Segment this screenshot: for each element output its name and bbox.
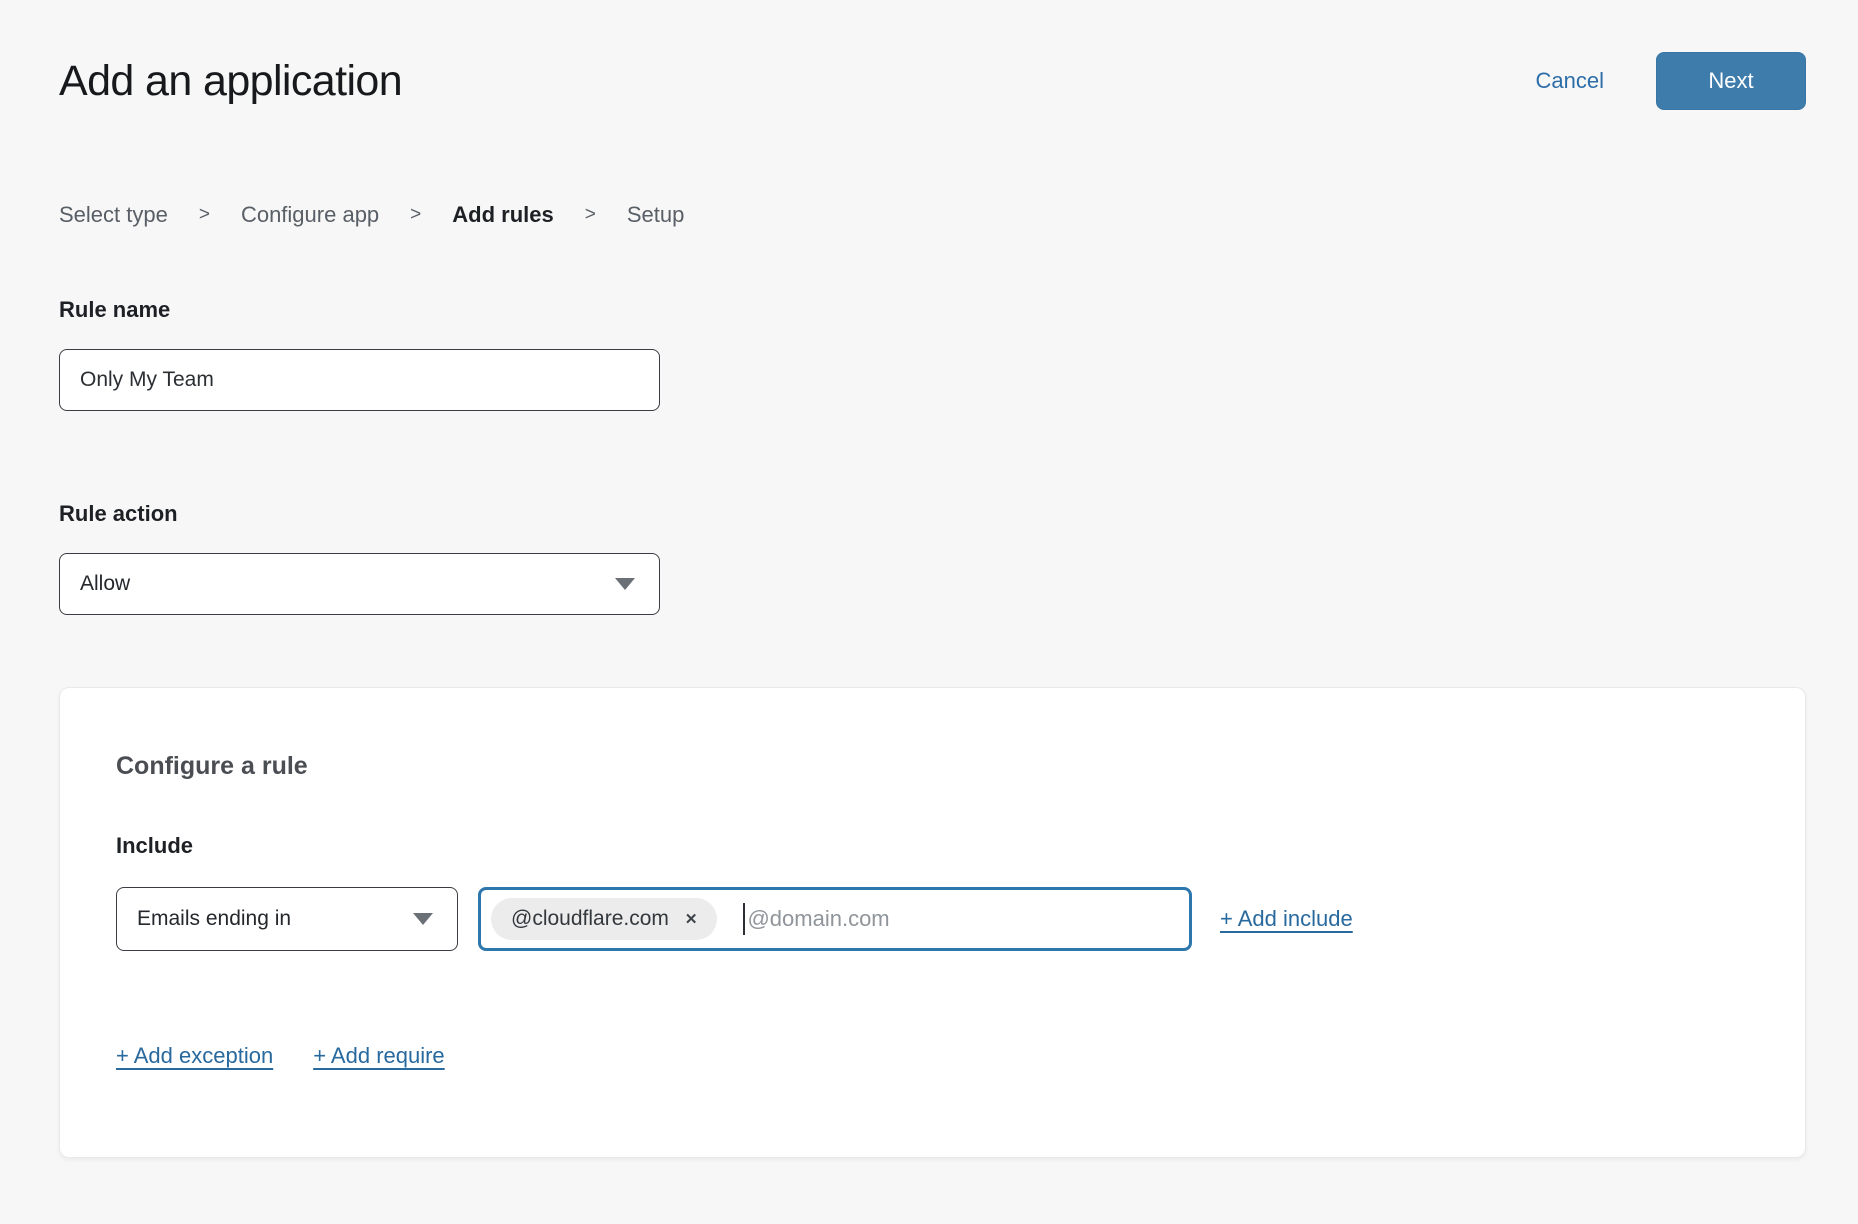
configure-rule-title: Configure a rule	[116, 752, 1749, 781]
page: Add an application Cancel Next Select ty…	[0, 0, 1858, 1158]
header-actions: Cancel Next	[1536, 52, 1806, 110]
email-domain-tag-label: @cloudflare.com	[511, 907, 669, 931]
breadcrumb-separator: >	[585, 204, 596, 226]
text-cursor	[743, 903, 745, 935]
cancel-button[interactable]: Cancel	[1536, 68, 1604, 94]
breadcrumb-step-select-type[interactable]: Select type	[59, 202, 168, 228]
include-label: Include	[116, 833, 1749, 859]
include-rule-row: Emails ending in @cloudflare.com ✕ @doma…	[116, 887, 1749, 951]
rule-action-select[interactable]: Allow	[59, 553, 660, 615]
page-title: Add an application	[59, 57, 402, 106]
breadcrumb-step-setup[interactable]: Setup	[627, 202, 685, 228]
chevron-down-icon	[413, 913, 433, 925]
breadcrumb: Select type > Configure app > Add rules …	[59, 202, 1806, 228]
add-include-link[interactable]: + Add include	[1220, 906, 1353, 932]
rule-extra-links: + Add exception + Add require	[116, 1043, 1749, 1069]
remove-tag-icon[interactable]: ✕	[685, 912, 698, 927]
configure-rule-card: Configure a rule Include Emails ending i…	[59, 687, 1806, 1158]
add-require-link[interactable]: + Add require	[313, 1043, 444, 1069]
page-header: Add an application Cancel Next	[59, 0, 1806, 110]
include-selector-dropdown[interactable]: Emails ending in	[116, 887, 458, 951]
add-exception-link[interactable]: + Add exception	[116, 1043, 273, 1069]
chevron-down-icon	[615, 578, 635, 590]
rule-name-field: Rule name	[59, 297, 1806, 411]
rule-name-label: Rule name	[59, 297, 1806, 323]
breadcrumb-step-configure-app[interactable]: Configure app	[241, 202, 379, 228]
include-selector-value: Emails ending in	[137, 907, 291, 931]
rule-action-selected-value: Allow	[80, 572, 130, 596]
breadcrumb-separator: >	[410, 204, 421, 226]
next-button[interactable]: Next	[1656, 52, 1806, 110]
include-emails-input[interactable]: @cloudflare.com ✕ @domain.com	[478, 887, 1192, 951]
rule-action-field: Rule action Allow	[59, 501, 1806, 615]
breadcrumb-separator: >	[199, 204, 210, 226]
rule-name-input[interactable]	[59, 349, 660, 411]
email-input-placeholder: @domain.com	[747, 906, 889, 932]
rule-action-label: Rule action	[59, 501, 1806, 527]
email-domain-tag: @cloudflare.com ✕	[491, 898, 717, 940]
breadcrumb-step-add-rules[interactable]: Add rules	[452, 202, 553, 228]
